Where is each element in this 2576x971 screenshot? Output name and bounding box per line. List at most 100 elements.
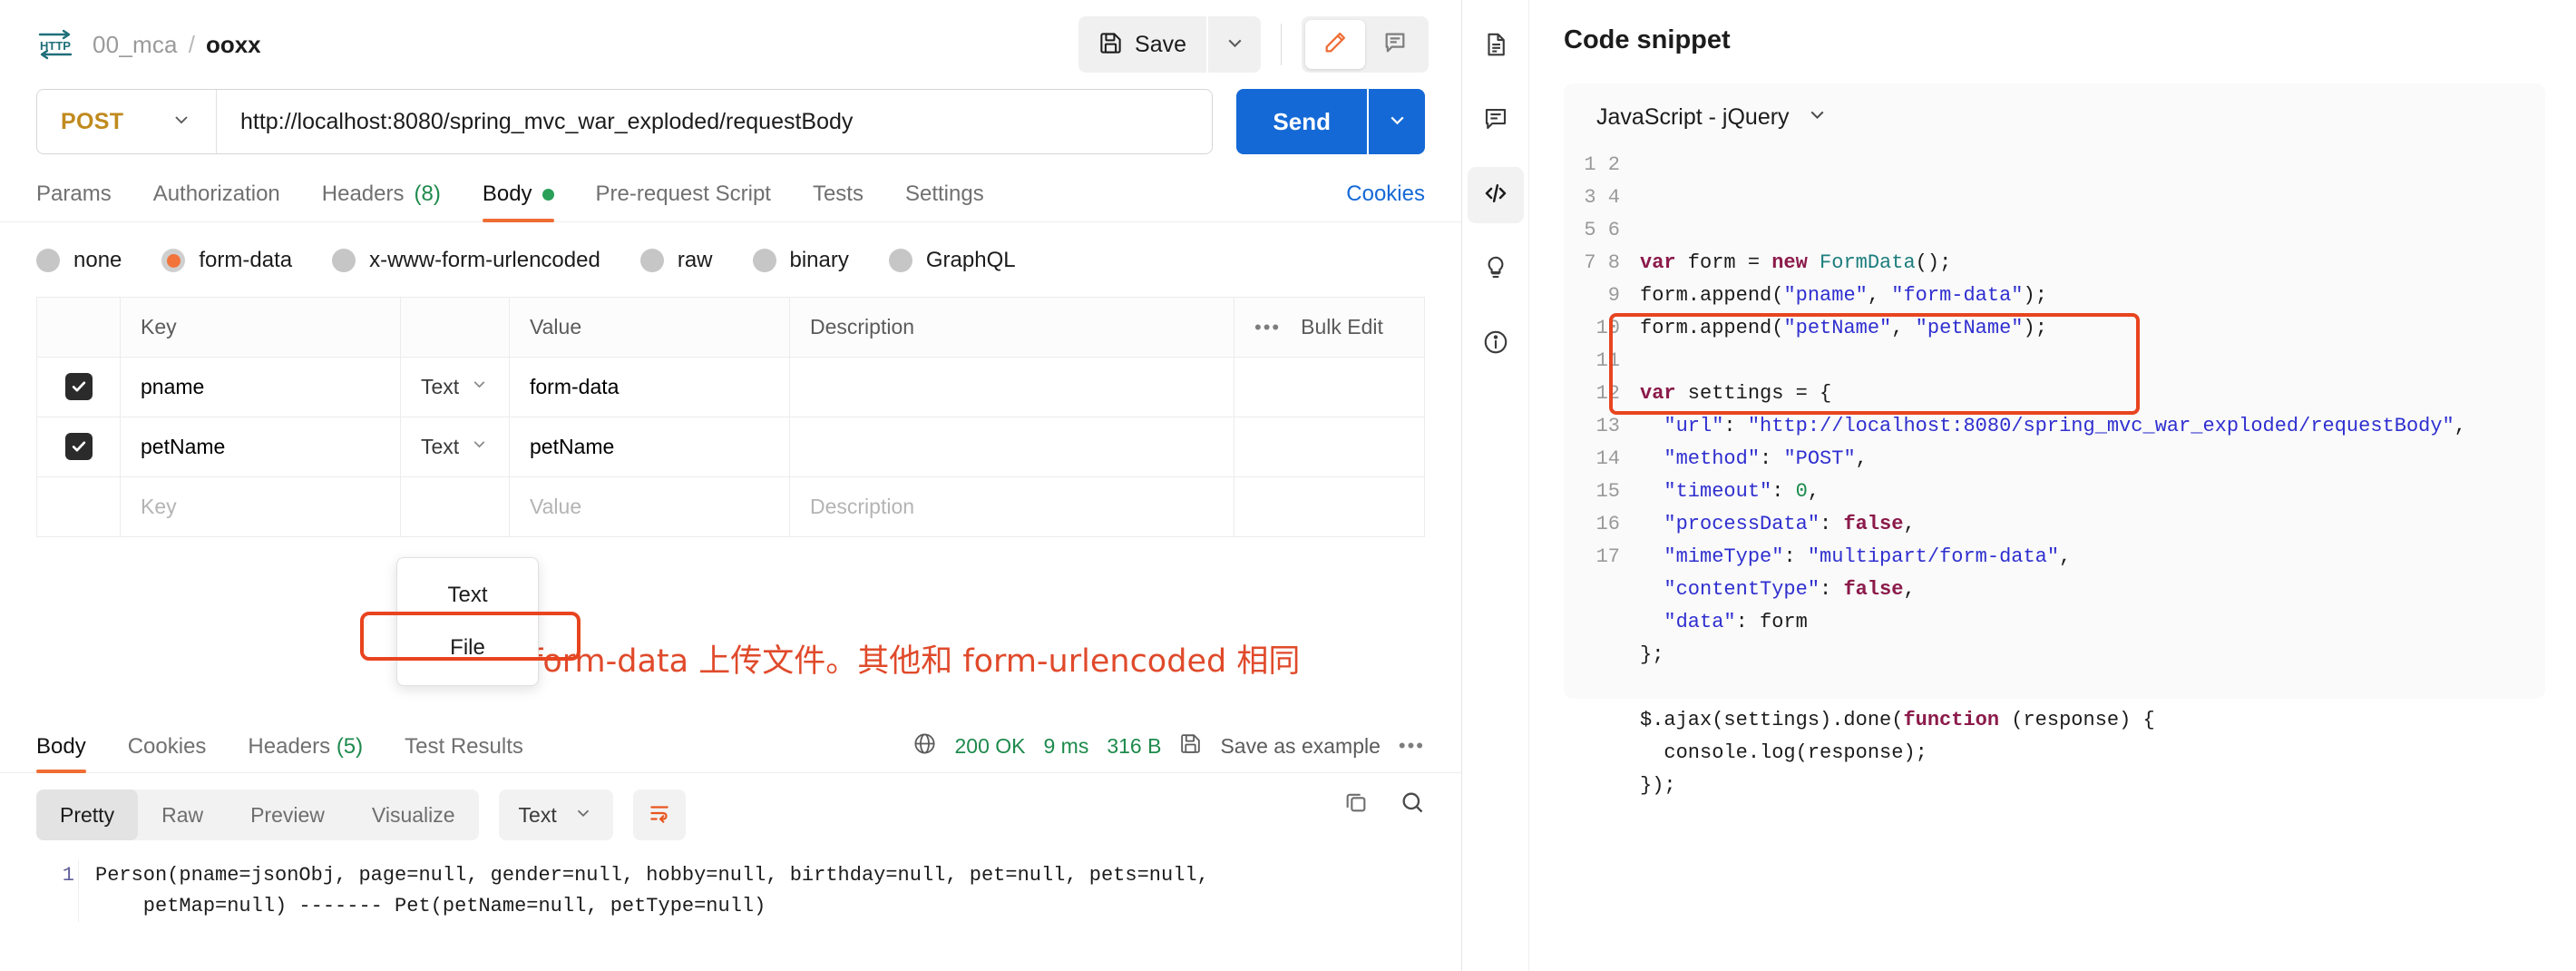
- response-tab-cookies[interactable]: Cookies: [128, 734, 207, 772]
- http-method-select[interactable]: POST: [37, 90, 217, 153]
- code-line: "mimeType": "multipart/form-data",: [1640, 541, 2466, 574]
- code-line: "timeout": 0,: [1640, 476, 2466, 508]
- dropdown-option-text[interactable]: Text: [397, 569, 538, 622]
- chevron-down-icon: [1806, 103, 1829, 131]
- breadcrumb-collection[interactable]: 00_mca: [93, 31, 178, 59]
- body-type-x-www-form-urlencoded[interactable]: x-www-form-urlencoded: [332, 248, 600, 273]
- save-as-example-button[interactable]: Save as example: [1220, 734, 1380, 759]
- description-header: Description: [789, 297, 1234, 358]
- format-tab-preview[interactable]: Preview: [227, 790, 348, 840]
- view-mode-toggle: [1302, 16, 1429, 73]
- table-actions-header: ••• Bulk Edit: [1234, 297, 1425, 358]
- new-description-input[interactable]: Description: [789, 476, 1234, 537]
- response-format-select[interactable]: Text: [498, 790, 613, 840]
- edit-mode-button[interactable]: [1305, 20, 1365, 69]
- save-options-button[interactable]: [1208, 16, 1261, 73]
- body-type-raw[interactable]: raw: [639, 248, 713, 273]
- code-token: : form: [1735, 611, 1808, 633]
- url-input[interactable]: http://localhost:8080/spring_mvc_war_exp…: [217, 109, 1212, 135]
- tab-tests[interactable]: Tests: [813, 181, 864, 221]
- radio-label: raw: [677, 248, 713, 272]
- tab-headers[interactable]: Headers (8): [322, 181, 441, 221]
- response-more-options-icon[interactable]: •••: [1399, 734, 1425, 758]
- tab-label: Body: [482, 181, 532, 206]
- code-token: :: [1820, 578, 1844, 601]
- row-description-cell[interactable]: [789, 357, 1234, 417]
- code-snippet-body: Code snippet JavaScript - jQuery 1 2 3 4…: [1529, 0, 2576, 971]
- response-tab-body[interactable]: Body: [36, 734, 86, 773]
- row-checkbox-cell[interactable]: [36, 417, 121, 477]
- bulk-edit-button[interactable]: Bulk Edit: [1301, 315, 1383, 339]
- tab-body[interactable]: Body: [482, 181, 554, 222]
- code-token: form.append(: [1640, 284, 1784, 307]
- row-value-cell[interactable]: petName: [509, 417, 790, 477]
- rail-code-button[interactable]: [1467, 167, 1524, 223]
- checkbox-checked-icon[interactable]: [64, 373, 93, 400]
- more-options-icon[interactable]: •••: [1254, 316, 1281, 339]
- response-format-value: Text: [518, 802, 557, 827]
- row-type-cell[interactable]: Text: [400, 417, 510, 477]
- row-actions-cell: [1234, 417, 1425, 477]
- body-type-none[interactable]: none: [36, 248, 122, 273]
- format-tab-raw[interactable]: Raw: [138, 790, 227, 840]
- tab-authorization[interactable]: Authorization: [153, 181, 280, 221]
- type-header: [400, 297, 510, 358]
- dropdown-option-file[interactable]: File: [397, 622, 538, 674]
- type-dropdown-menu[interactable]: Text File: [396, 557, 539, 686]
- body-type-graphql[interactable]: GraphQL: [888, 248, 1016, 273]
- postman-window: HTTP 00_mca / ooxx Save POST http://loca…: [0, 0, 2576, 971]
- radio-label: form-data: [199, 248, 293, 272]
- new-value-input[interactable]: Value: [509, 476, 790, 537]
- save-button[interactable]: Save: [1078, 16, 1206, 73]
- format-tab-pretty[interactable]: Pretty: [36, 790, 139, 840]
- row-description-cell[interactable]: [789, 417, 1234, 477]
- row-key-cell[interactable]: pname: [120, 357, 401, 417]
- response-body-viewer: 1 Person(pname=jsonObj, page=null, gende…: [0, 840, 1461, 922]
- code-line: "url": "http://localhost:8080/spring_mvc…: [1640, 410, 2466, 443]
- code-token: ,: [1867, 284, 1892, 307]
- body-type-binary[interactable]: binary: [752, 248, 849, 273]
- row-type-cell[interactable]: Text: [400, 357, 510, 417]
- search-icon[interactable]: [1400, 790, 1425, 819]
- row-actions-cell: [1234, 357, 1425, 417]
- row-type-cell[interactable]: [400, 476, 510, 537]
- row-checkbox-cell[interactable]: [36, 476, 121, 537]
- new-key-input[interactable]: Key: [120, 476, 401, 537]
- response-section: Body Cookies Headers (5) Test Results 20…: [0, 717, 1461, 971]
- request-header-bar: HTTP 00_mca / ooxx Save: [0, 0, 1461, 89]
- format-tab-visualize[interactable]: Visualize: [348, 790, 479, 840]
- send-button[interactable]: Send: [1236, 89, 1367, 154]
- response-line-numbers: 1: [62, 864, 74, 887]
- word-wrap-button[interactable]: [632, 790, 686, 840]
- row-checkbox-cell[interactable]: [36, 357, 121, 417]
- tab-settings[interactable]: Settings: [905, 181, 984, 221]
- response-meta: 200 OK 9 ms 316 B Save as example •••: [912, 731, 1426, 760]
- rail-documentation-button[interactable]: [1468, 18, 1524, 74]
- code-token: FormData: [1820, 251, 1916, 274]
- chevron-down-icon: [573, 803, 593, 828]
- checkbox-checked-icon[interactable]: [64, 433, 93, 460]
- rail-comments-button[interactable]: [1468, 93, 1524, 149]
- pencil-icon: [1322, 30, 1348, 60]
- tab-params[interactable]: Params: [36, 181, 112, 221]
- code-line: "contentType": false,: [1640, 574, 2466, 606]
- row-key-cell[interactable]: petName: [120, 417, 401, 477]
- comments-button[interactable]: [1365, 20, 1425, 69]
- language-select[interactable]: JavaScript - jQuery: [1564, 83, 2545, 131]
- radio-icon: [36, 249, 60, 272]
- rail-info-button[interactable]: [1468, 241, 1524, 298]
- row-value-cell[interactable]: form-data: [509, 357, 790, 417]
- breadcrumb-request-name[interactable]: ooxx: [206, 31, 261, 59]
- body-type-form-data[interactable]: form-data: [161, 248, 292, 273]
- form-data-table-wrapper: Key Value Description ••• Bulk Edit pnam…: [0, 297, 1461, 686]
- tab-pre-request-script[interactable]: Pre-request Script: [596, 181, 771, 221]
- code-content[interactable]: var form = new FormData(); form.append("p…: [1609, 149, 2466, 802]
- send-options-button[interactable]: [1369, 89, 1425, 154]
- response-tab-test-results[interactable]: Test Results: [405, 734, 523, 772]
- response-body-text[interactable]: Person(pname=jsonObj, page=null, gender=…: [78, 860, 1209, 922]
- response-tab-headers[interactable]: Headers (5): [248, 734, 363, 772]
- cookies-link[interactable]: Cookies: [1346, 181, 1425, 207]
- rail-help-button[interactable]: [1468, 316, 1524, 372]
- copy-icon[interactable]: [1343, 790, 1369, 819]
